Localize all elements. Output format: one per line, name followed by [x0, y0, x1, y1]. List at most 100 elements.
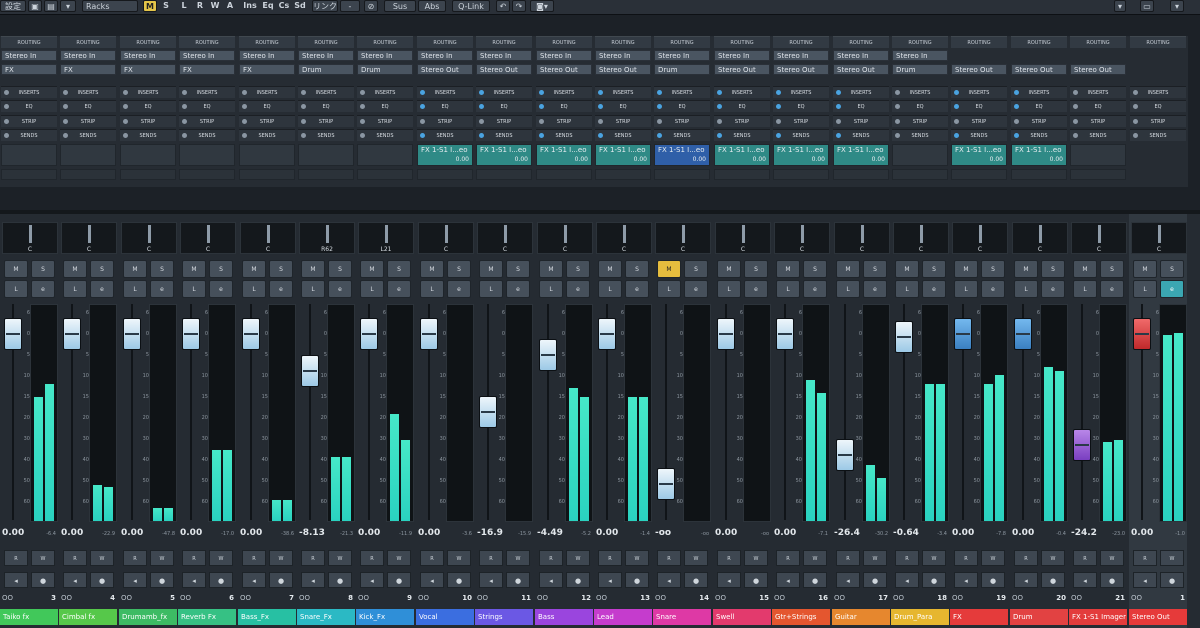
- send-slot-empty[interactable]: [179, 169, 235, 180]
- send-slot[interactable]: FX 1-S1 I...eo 0.00: [951, 144, 1007, 166]
- record-icon[interactable]: ●: [447, 572, 471, 588]
- edit-button[interactable]: e: [269, 280, 293, 298]
- pan-control[interactable]: L21: [358, 222, 414, 254]
- channel-name[interactable]: FX: [950, 609, 1008, 625]
- listen-button[interactable]: L: [63, 280, 87, 298]
- strip-section-toggle[interactable]: STRIP: [120, 115, 176, 127]
- volume-fader[interactable]: [479, 395, 497, 428]
- monitor-icon[interactable]: ◂: [301, 572, 325, 588]
- input-routing-slot[interactable]: Stereo In: [60, 50, 116, 61]
- read-button[interactable]: R: [4, 550, 28, 566]
- monitor-icon[interactable]: ◂: [1073, 572, 1097, 588]
- sends-section-toggle[interactable]: SENDS: [1011, 129, 1067, 141]
- volume-value[interactable]: 0.00: [1131, 528, 1159, 538]
- eq-section-toggle[interactable]: EQ: [536, 100, 592, 112]
- volume-value[interactable]: -4.49: [537, 528, 565, 538]
- snapshot-icon[interactable]: ◙▾: [530, 0, 554, 12]
- eq-section-toggle[interactable]: EQ: [1011, 100, 1067, 112]
- strip-section-toggle[interactable]: STRIP: [773, 115, 829, 127]
- link-dropdown[interactable]: -: [340, 0, 360, 12]
- read-button[interactable]: R: [301, 550, 325, 566]
- pan-control[interactable]: C: [1012, 222, 1068, 254]
- volume-fader[interactable]: [360, 318, 378, 350]
- input-routing-slot[interactable]: Stereo In: [476, 50, 532, 61]
- input-routing-slot[interactable]: Stereo In: [120, 50, 176, 61]
- mute-button[interactable]: M: [657, 260, 681, 278]
- read-button[interactable]: R: [360, 550, 384, 566]
- pan-control[interactable]: C: [834, 222, 890, 254]
- input-routing-slot[interactable]: Stereo In: [179, 50, 235, 61]
- write-button[interactable]: W: [328, 550, 352, 566]
- monitor-icon[interactable]: ◂: [182, 572, 206, 588]
- volume-value[interactable]: -8.13: [299, 528, 327, 538]
- volume-fader[interactable]: [420, 318, 438, 350]
- input-routing-slot[interactable]: Stereo In: [357, 50, 413, 61]
- send-slot-empty[interactable]: [1070, 169, 1126, 180]
- monitor-icon[interactable]: ◂: [836, 572, 860, 588]
- listen-button[interactable]: L: [539, 280, 563, 298]
- volume-fader[interactable]: [63, 318, 81, 350]
- write-button[interactable]: W: [744, 550, 768, 566]
- link-icon[interactable]: OO: [121, 594, 132, 602]
- inserts-section-toggle[interactable]: INSERTS: [1011, 86, 1067, 98]
- pan-control[interactable]: C: [715, 222, 771, 254]
- edit-button[interactable]: e: [31, 280, 55, 298]
- send-slot-empty[interactable]: [654, 169, 710, 180]
- link-icon[interactable]: OO: [61, 594, 72, 602]
- listen-button[interactable]: L: [895, 280, 919, 298]
- record-icon[interactable]: ●: [506, 572, 530, 588]
- monitor-icon[interactable]: ◂: [598, 572, 622, 588]
- inserts-section-toggle[interactable]: INSERTS: [833, 86, 889, 98]
- write-button[interactable]: W: [566, 550, 590, 566]
- eq-section-toggle[interactable]: EQ: [714, 100, 770, 112]
- inserts-section-toggle[interactable]: INSERTS: [536, 86, 592, 98]
- record-icon[interactable]: ●: [1100, 572, 1124, 588]
- pan-control[interactable]: C: [61, 222, 117, 254]
- read-button[interactable]: R: [717, 550, 741, 566]
- channel-name[interactable]: Strings: [475, 609, 533, 625]
- pan-control[interactable]: C: [418, 222, 474, 254]
- strip-section-toggle[interactable]: STRIP: [239, 115, 295, 127]
- volume-fader[interactable]: [539, 338, 557, 371]
- send-slot[interactable]: [1070, 144, 1126, 166]
- pan-control[interactable]: R62: [299, 222, 355, 254]
- listen-button[interactable]: L: [1133, 280, 1157, 298]
- read-button[interactable]: R: [954, 550, 978, 566]
- pan-control[interactable]: C: [2, 222, 58, 254]
- send-slot-empty[interactable]: [298, 169, 354, 180]
- mute-button[interactable]: M: [954, 260, 978, 278]
- solo-button[interactable]: S: [684, 260, 708, 278]
- mute-button[interactable]: M: [776, 260, 800, 278]
- chevron-down-icon[interactable]: ▾: [1170, 0, 1184, 12]
- listen-button[interactable]: L: [360, 280, 384, 298]
- strip-section-toggle[interactable]: STRIP: [1130, 115, 1186, 127]
- send-slot[interactable]: FX 1-S1 I...eo 0.00: [1011, 144, 1067, 166]
- solo-button[interactable]: S: [1100, 260, 1124, 278]
- record-icon[interactable]: ●: [328, 572, 352, 588]
- solo-button[interactable]: S: [566, 260, 590, 278]
- strip-section-toggle[interactable]: STRIP: [595, 115, 651, 127]
- channel-name[interactable]: Guitar: [832, 609, 890, 625]
- solo-button[interactable]: S: [744, 260, 768, 278]
- input-routing-slot[interactable]: Stereo In: [654, 50, 710, 61]
- racks-dropdown[interactable]: Racks: [82, 0, 138, 12]
- input-routing-empty[interactable]: [951, 50, 1007, 61]
- solo-button[interactable]: S: [209, 260, 233, 278]
- solo-button[interactable]: S: [150, 260, 174, 278]
- sends-section-toggle[interactable]: SENDS: [120, 129, 176, 141]
- eq-section-toggle[interactable]: EQ: [833, 100, 889, 112]
- sends-section-toggle[interactable]: SENDS: [536, 129, 592, 141]
- link-icon[interactable]: OO: [477, 594, 488, 602]
- read-button[interactable]: R: [242, 550, 266, 566]
- eq-section-toggle[interactable]: EQ: [357, 100, 413, 112]
- mute-all-button[interactable]: M: [143, 0, 157, 12]
- send-slot-empty[interactable]: [892, 169, 948, 180]
- sends-section-toggle[interactable]: SENDS: [298, 129, 354, 141]
- pan-control[interactable]: C: [240, 222, 296, 254]
- write-button[interactable]: W: [863, 550, 887, 566]
- solo-button[interactable]: S: [387, 260, 411, 278]
- volume-value[interactable]: 0.00: [180, 528, 208, 538]
- eq-section-toggle[interactable]: EQ: [654, 100, 710, 112]
- sends-section-toggle[interactable]: SENDS: [60, 129, 116, 141]
- pan-control[interactable]: C: [774, 222, 830, 254]
